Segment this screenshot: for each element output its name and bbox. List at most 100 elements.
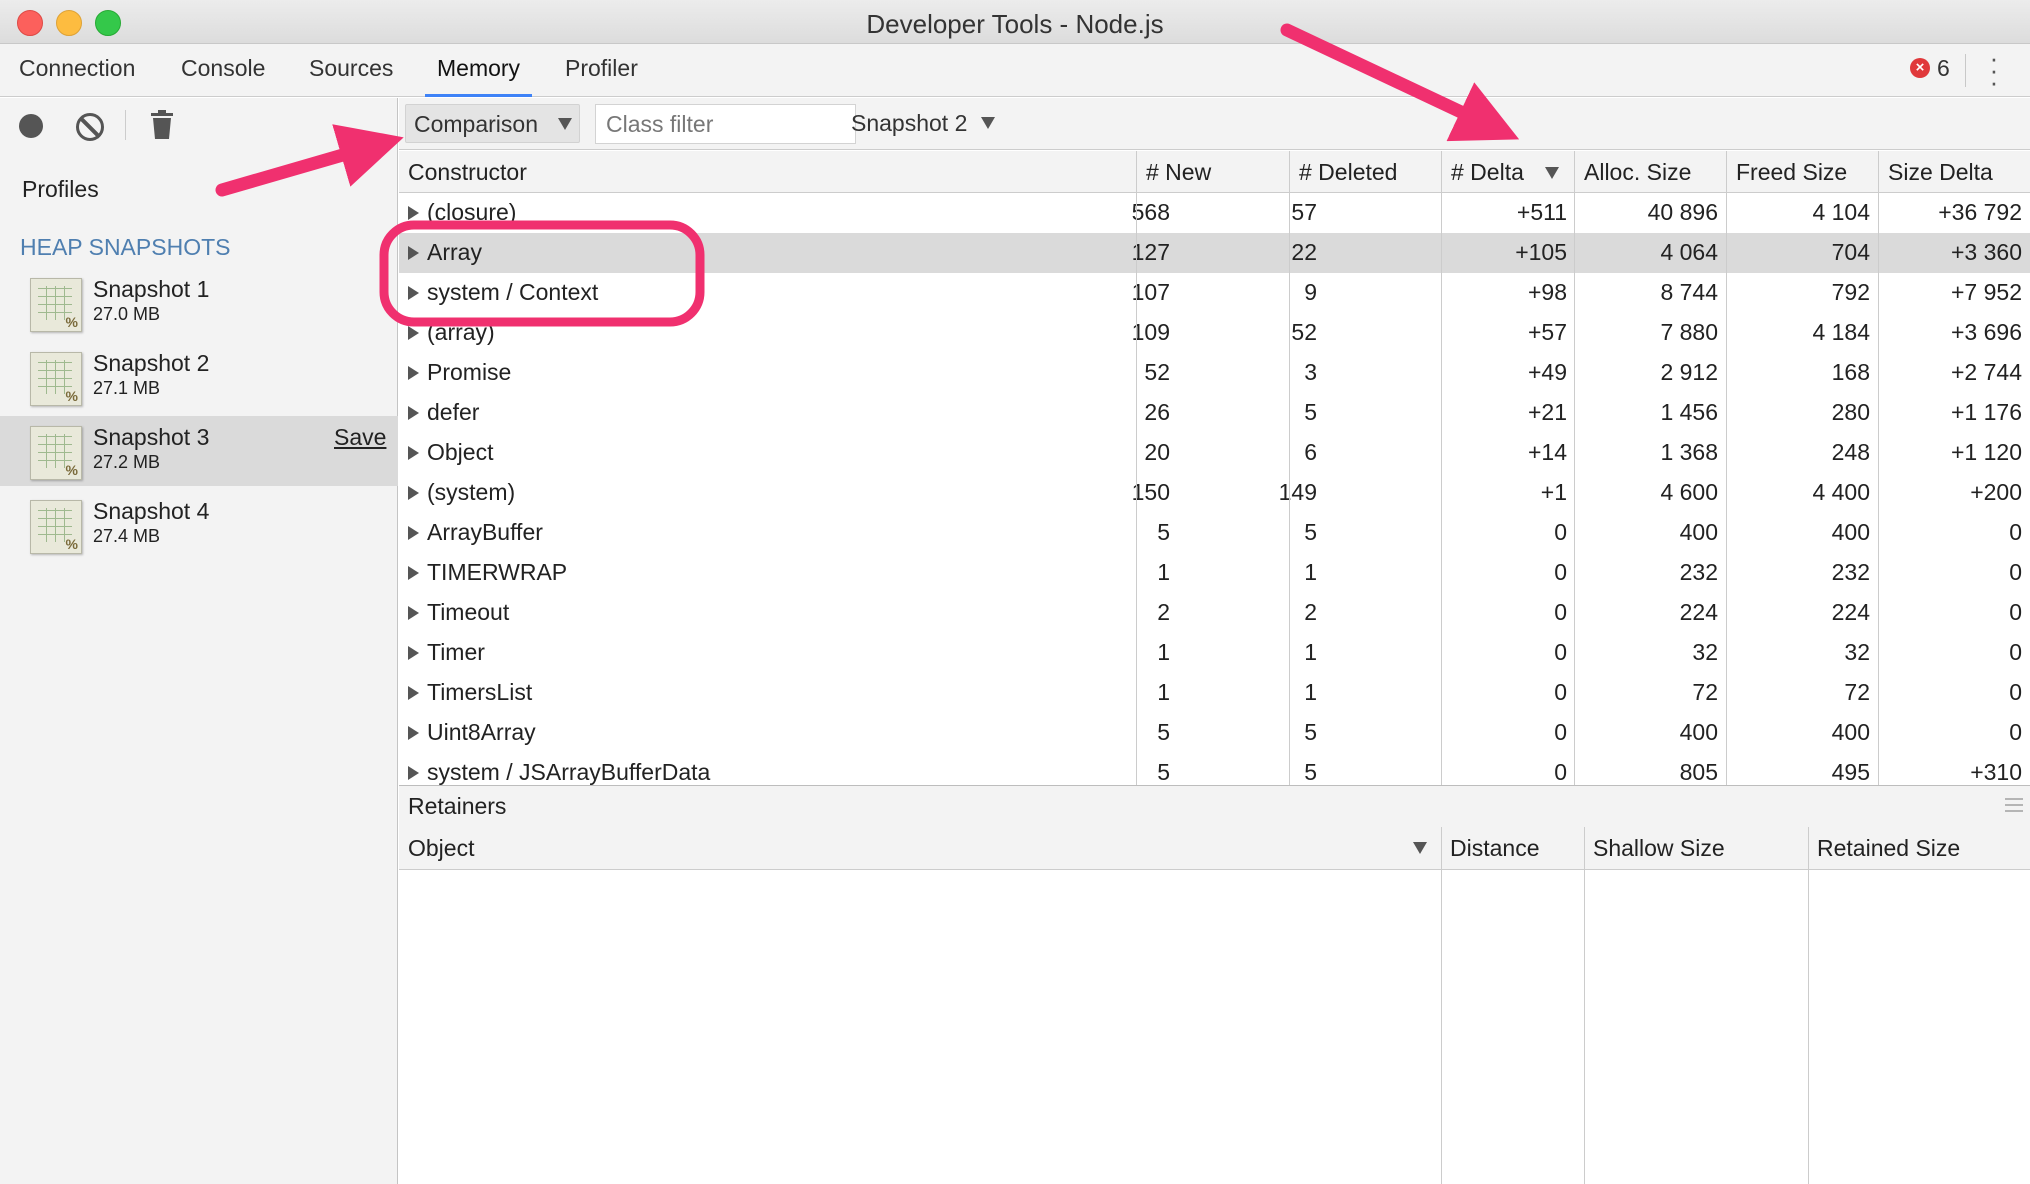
snapshot-item-4[interactable]: % Snapshot 4 27.4 MB [0,490,398,560]
new-cell: 1 [1157,679,1170,705]
table-row[interactable]: Object 20 6 +14 1 368 248 +1 120 [399,433,2030,473]
size-delta-cell: 0 [2009,519,2022,545]
expand-triangle-icon[interactable] [408,286,419,300]
tab-memory[interactable]: Memory [425,55,533,97]
expand-triangle-icon[interactable] [408,526,419,540]
tab-sources[interactable]: Sources [309,55,393,94]
column-header-constructor[interactable]: Constructor [408,159,527,186]
expand-triangle-icon[interactable] [408,366,419,380]
grid-header: Constructor # New # Deleted # Delta Allo… [399,151,2030,193]
heap-snapshot-icon: % [30,426,82,480]
column-header-object[interactable]: Object [408,835,474,862]
record-icon[interactable] [19,114,43,138]
snapshot-item-3[interactable]: % Snapshot 3 27.2 MB Save [0,416,398,486]
column-header-distance[interactable]: Distance [1450,835,1539,862]
save-snapshot-link[interactable]: Save [334,424,386,451]
column-header-retained-size[interactable]: Retained Size [1817,835,1960,862]
expand-triangle-icon[interactable] [408,766,419,780]
delta-cell: +98 [1527,279,1567,305]
delta-cell: 0 [1554,599,1567,625]
freed-size-cell: 400 [1831,719,1870,745]
table-row[interactable]: TimersList 1 1 0 72 72 0 [399,673,2030,713]
expand-triangle-icon[interactable] [408,406,419,420]
new-cell: 26 [1144,399,1170,425]
alloc-size-cell: 4 064 [1660,239,1718,265]
column-header-deleted[interactable]: # Deleted [1299,159,1397,186]
table-row[interactable]: (system) 150 149 +1 4 600 4 400 +200 [399,473,2030,513]
new-cell: 568 [1131,199,1170,225]
freed-size-cell: 792 [1831,279,1870,305]
constructor-cell: Uint8Array [427,719,536,745]
column-header-freed-size[interactable]: Freed Size [1736,159,1847,186]
expand-triangle-icon[interactable] [408,686,419,700]
alloc-size-cell: 7 880 [1660,319,1718,345]
table-row[interactable]: TIMERWRAP 1 1 0 232 232 0 [399,553,2030,593]
delta-cell: 0 [1554,679,1567,705]
column-header-shallow-size[interactable]: Shallow Size [1593,835,1725,862]
table-row[interactable]: Timer 1 1 0 32 32 0 [399,633,2030,673]
constructor-cell: TimersList [427,679,533,705]
column-header-delta[interactable]: # Delta [1451,159,1524,186]
table-row[interactable]: Promise 52 3 +49 2 912 168 +2 744 [399,353,2030,393]
deleted-cell: 2 [1304,599,1317,625]
table-row[interactable]: defer 26 5 +21 1 456 280 +1 176 [399,393,2030,433]
expand-triangle-icon[interactable] [408,726,419,740]
alloc-size-cell: 72 [1692,679,1718,705]
delta-cell: 0 [1554,639,1567,665]
expand-triangle-icon[interactable] [408,486,419,500]
freed-size-cell: 32 [1844,639,1870,665]
table-row[interactable]: (array) 109 52 +57 7 880 4 184 +3 696 [399,313,2030,353]
trash-icon[interactable] [150,110,174,140]
expand-triangle-icon[interactable] [408,206,419,220]
alloc-size-cell: 1 456 [1660,399,1718,425]
snapshot-size: 27.0 MB [93,304,161,324]
snapshot-name: Snapshot 3 [93,424,210,450]
table-row[interactable]: Timeout 2 2 0 224 224 0 [399,593,2030,633]
column-header-alloc-size[interactable]: Alloc. Size [1584,159,1691,186]
more-options-icon[interactable]: · · · [1988,45,2000,95]
freed-size-cell: 168 [1831,359,1870,385]
delta-cell: 0 [1554,519,1567,545]
expand-triangle-icon[interactable] [408,606,419,620]
base-snapshot-select[interactable]: Snapshot 2 [851,104,1021,141]
deleted-cell: 9 [1304,279,1317,305]
tab-profiler[interactable]: Profiler [565,55,638,94]
table-row[interactable]: (closure) 568 57 +511 40 896 4 104 +36 792 [399,193,2030,233]
view-mode-select[interactable]: Comparison [405,104,580,143]
expand-triangle-icon[interactable] [408,446,419,460]
error-count[interactable]: 6 [1937,55,1950,82]
table-row[interactable]: Uint8Array 5 5 0 400 400 0 [399,713,2030,753]
deleted-cell: 5 [1304,399,1317,425]
new-cell: 5 [1157,759,1170,785]
table-row[interactable]: ArrayBuffer 5 5 0 400 400 0 [399,513,2030,553]
tab-connection[interactable]: Connection [19,55,135,94]
table-row[interactable]: Array 127 22 +105 4 064 704 +3 360 [399,233,2030,273]
delta-cell: 0 [1554,759,1567,785]
freed-size-cell: 4 184 [1812,319,1870,345]
sort-descending-icon [1545,167,1559,179]
clear-all-icon[interactable] [76,113,104,141]
class-filter-input[interactable] [595,104,856,144]
size-delta-cell: 0 [2009,599,2022,625]
alloc-size-cell: 2 912 [1660,359,1718,385]
expand-triangle-icon[interactable] [408,566,419,580]
column-header-new[interactable]: # New [1146,159,1211,186]
expand-triangle-icon[interactable] [408,326,419,340]
expand-triangle-icon[interactable] [408,646,419,660]
snapshot-size: 27.1 MB [93,378,161,398]
resize-handle-icon[interactable] [2005,798,2023,812]
snapshot-name: Snapshot 1 [93,276,210,302]
tab-console[interactable]: Console [181,55,265,94]
size-delta-cell: 0 [2009,719,2022,745]
freed-size-cell: 704 [1831,239,1870,265]
table-row[interactable]: system / JSArrayBufferData 5 5 0 805 495 +310 [399,753,2030,785]
snapshot-item-1[interactable]: % Snapshot 1 27.0 MB [0,268,398,338]
constructor-cell: Promise [427,359,512,385]
expand-triangle-icon[interactable] [408,246,419,260]
snapshot-item-2[interactable]: % Snapshot 2 27.1 MB [0,342,398,412]
table-row[interactable]: system / Context 107 9 +98 8 744 792 +7 952 [399,273,2030,313]
heap-snapshot-icon: % [30,500,82,554]
error-x-icon[interactable]: × [1910,58,1930,78]
column-header-size-delta[interactable]: Size Delta [1888,159,1993,186]
deleted-cell: 22 [1291,239,1317,265]
